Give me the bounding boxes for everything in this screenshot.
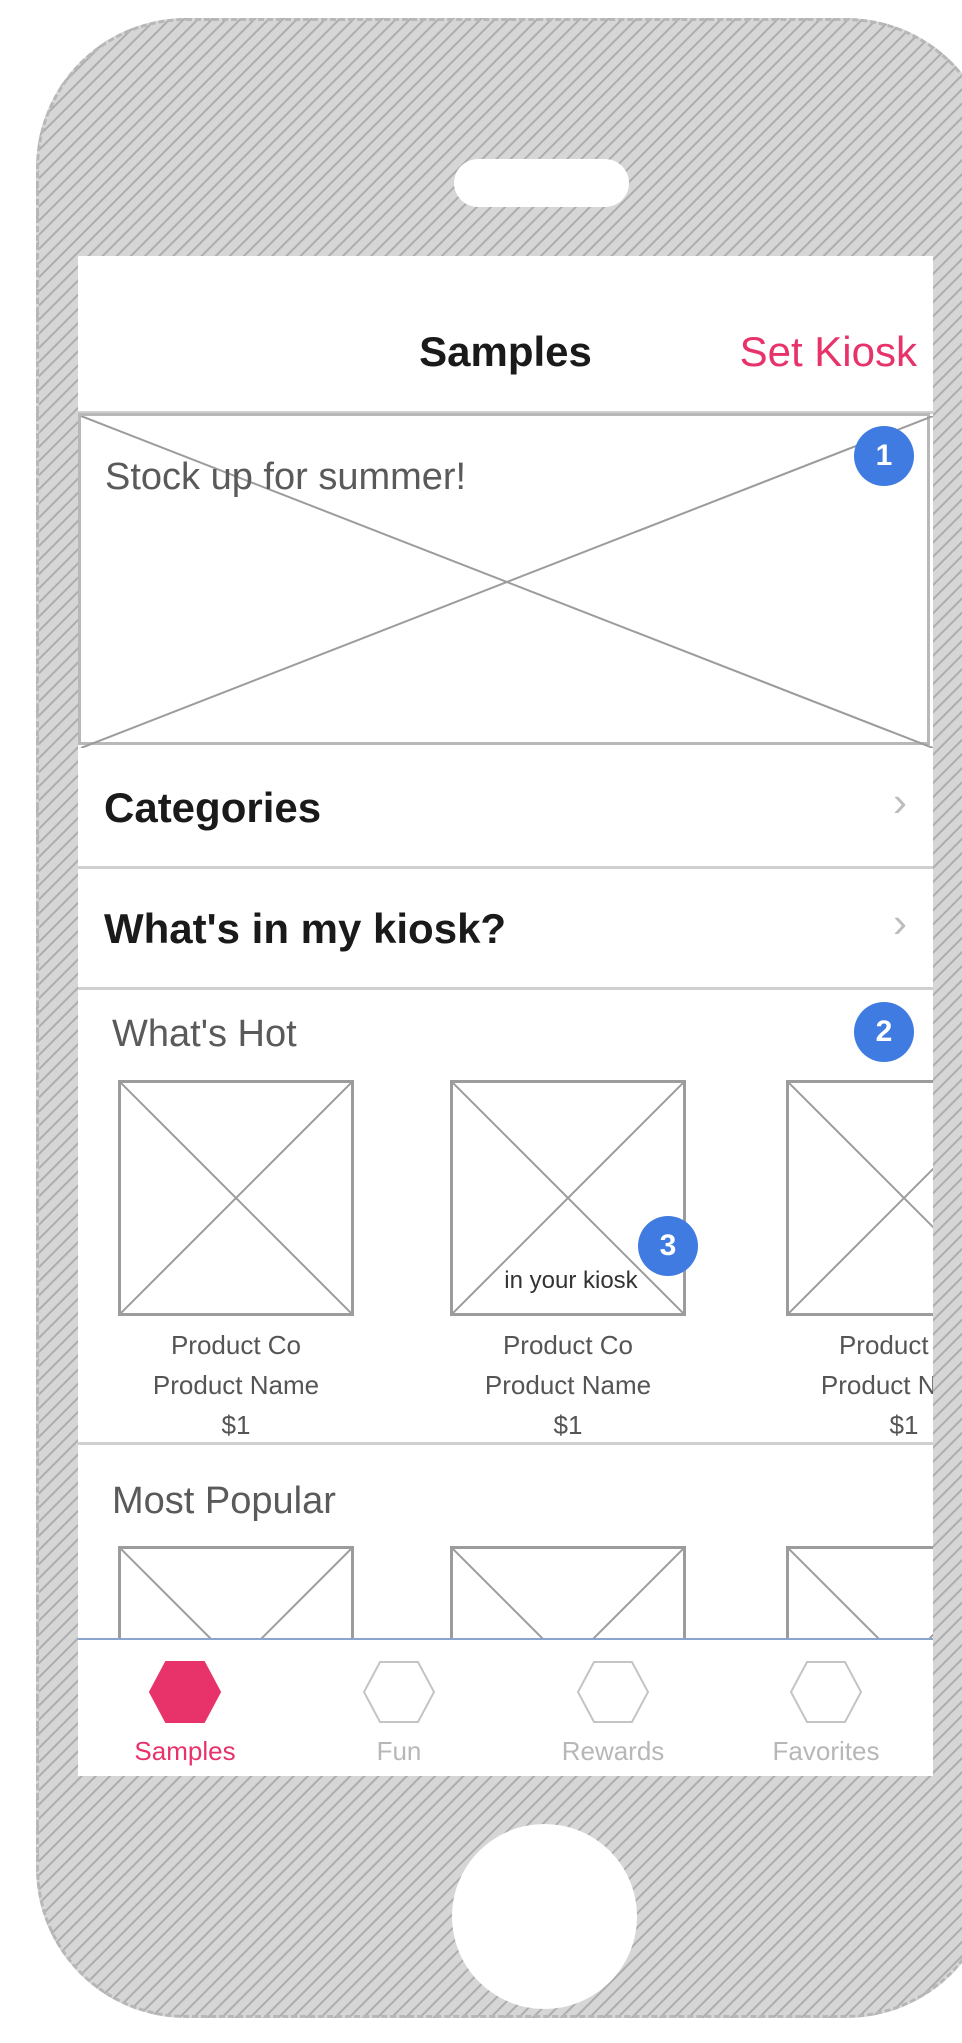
- annotation-badge-1: 1: [854, 426, 914, 486]
- tab-bar: Samples Fun Rewards Favorites: [78, 1638, 933, 1776]
- tab-label: Fun: [376, 1736, 422, 1766]
- chevron-right-icon: ›: [893, 899, 907, 946]
- speaker-slot: [454, 159, 629, 207]
- kiosk-row[interactable]: What's in my kiosk? ›: [78, 869, 933, 990]
- section-divider: [78, 1442, 933, 1445]
- product-name: Product Name: [820, 1370, 933, 1400]
- annotation-badge-2: 2: [854, 1002, 914, 1062]
- hexagon-icon: [789, 1661, 863, 1723]
- tab-label: Favorites: [772, 1736, 880, 1766]
- image-placeholder-icon: [789, 1083, 933, 1313]
- tab-samples[interactable]: Samples: [78, 1640, 292, 1776]
- product-meta: Product Co Product Name $1: [450, 1325, 686, 1445]
- tab-rewards[interactable]: Rewards: [506, 1640, 720, 1776]
- image-placeholder-icon: [789, 1549, 933, 1649]
- image-placeholder-icon: [121, 1549, 351, 1649]
- kiosk-label: What's in my kiosk?: [104, 905, 507, 952]
- app-screen: Samples Set Kiosk Stock up for summer! 1…: [78, 256, 933, 1776]
- set-kiosk-button[interactable]: Set Kiosk: [740, 328, 917, 376]
- image-placeholder-icon: [121, 1083, 351, 1313]
- product-price: $1: [221, 1410, 251, 1440]
- product-price: $1: [553, 1410, 583, 1440]
- product-image: [118, 1546, 354, 1649]
- hexagon-icon: [576, 1661, 650, 1723]
- chevron-right-icon: ›: [893, 778, 907, 825]
- home-button[interactable]: [452, 1824, 637, 2009]
- tab-favorites[interactable]: Favorites: [719, 1640, 933, 1776]
- hero-text: Stock up for summer!: [105, 456, 467, 498]
- product-company: Product Co: [502, 1330, 634, 1360]
- tab-fun[interactable]: Fun: [292, 1640, 506, 1776]
- product-name: Product Name: [152, 1370, 320, 1400]
- product-image: in your kiosk: [450, 1080, 686, 1316]
- hero-banner[interactable]: Stock up for summer!: [78, 413, 933, 748]
- product-company: Product Co: [170, 1330, 302, 1360]
- nav-bar: Samples Set Kiosk: [78, 256, 933, 414]
- image-placeholder-icon: [453, 1549, 683, 1649]
- product-image: [450, 1546, 686, 1649]
- most-popular-title: Most Popular: [112, 1480, 336, 1522]
- tab-label: Samples: [134, 1736, 236, 1766]
- product-meta: Product Co Product Name $1: [786, 1325, 933, 1445]
- product-name: Product Name: [484, 1370, 652, 1400]
- product-image: [786, 1546, 933, 1649]
- product-company: Product Co: [838, 1330, 933, 1360]
- categories-row[interactable]: Categories ›: [78, 748, 933, 869]
- whats-hot-title: What's Hot: [112, 1013, 297, 1055]
- hexagon-filled-icon: [148, 1661, 222, 1723]
- product-image: [786, 1080, 933, 1316]
- hexagon-icon: [362, 1661, 436, 1723]
- product-image: [118, 1080, 354, 1316]
- product-meta: Product Co Product Name $1: [118, 1325, 354, 1445]
- annotation-badge-3: 3: [638, 1216, 698, 1276]
- product-price: $1: [889, 1410, 919, 1440]
- categories-label: Categories: [104, 784, 322, 831]
- tab-label: Rewards: [561, 1736, 665, 1766]
